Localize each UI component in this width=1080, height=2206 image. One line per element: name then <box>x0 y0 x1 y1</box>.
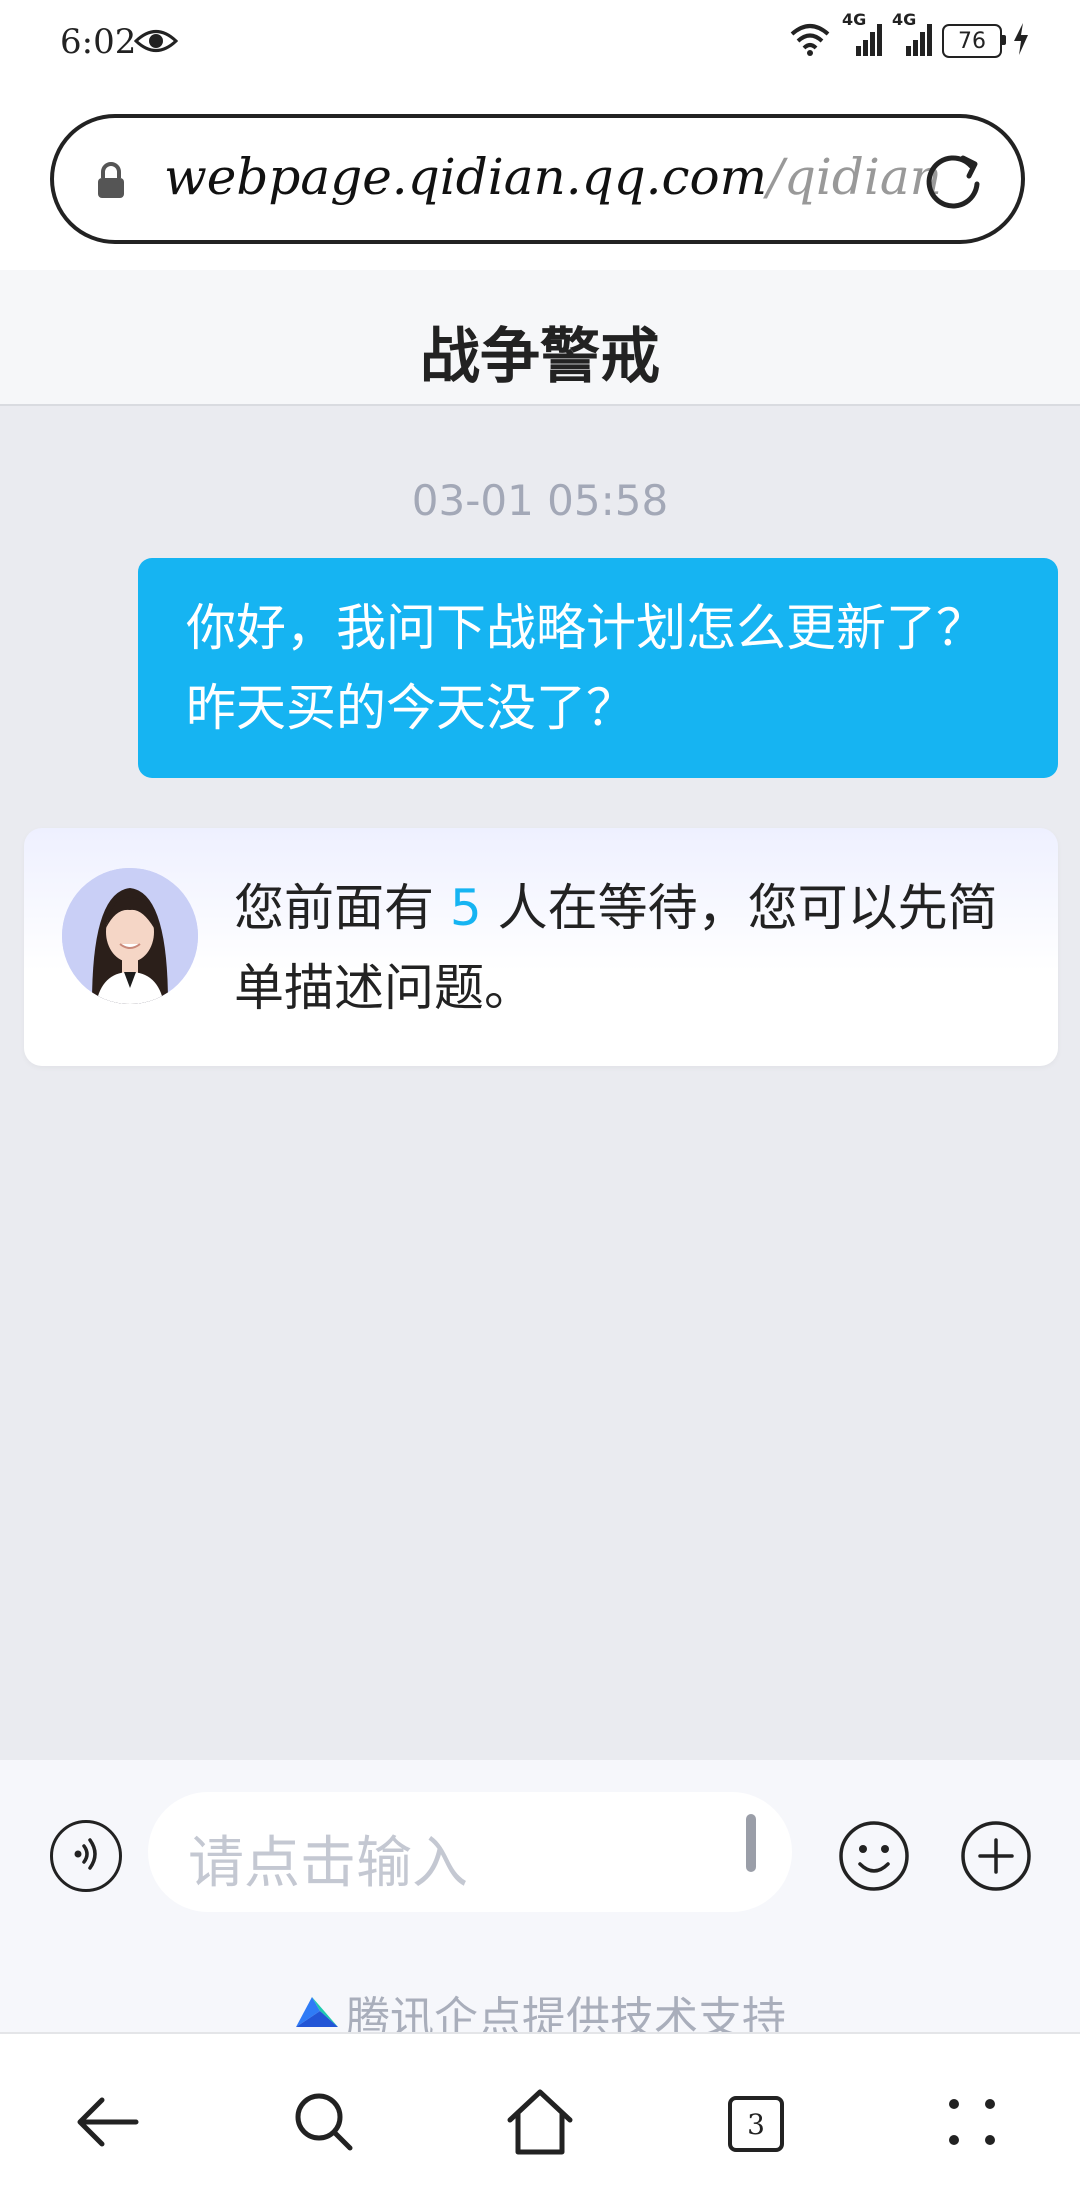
search-button[interactable] <box>288 2088 360 2160</box>
message-timestamp: 03-01 05:58 <box>411 476 669 525</box>
signal-icon: 4G <box>892 10 932 60</box>
network-label: 4G <box>892 10 917 29</box>
wifi-icon <box>788 22 832 60</box>
tabs-button[interactable]: 3 <box>720 2088 792 2160</box>
avatar[interactable] <box>62 868 198 1004</box>
text-cursor <box>746 1814 756 1872</box>
plus-icon <box>960 1821 1032 1896</box>
network-label: 4G <box>842 10 867 29</box>
emoji-button[interactable] <box>838 1820 910 1892</box>
eye-icon <box>133 26 179 60</box>
url-path: /qidian <box>767 148 942 206</box>
browser-nav-bar: 3 <box>0 2032 1080 2206</box>
home-button[interactable] <box>504 2088 576 2160</box>
voice-icon <box>66 1834 106 1878</box>
chat-area[interactable]: 03-01 05:58 你好，我问下战略计划怎么更新了？昨天买的今天没了？ 您前… <box>0 406 1080 1760</box>
emoji-icon <box>838 1821 910 1896</box>
charging-icon <box>1012 23 1030 59</box>
status-time: 6:02 <box>60 22 137 62</box>
status-icons: 4G 4G 76 <box>788 10 1030 60</box>
agent-message-before: 您前面有 <box>234 879 434 937</box>
add-attachment-button[interactable] <box>960 1820 1032 1892</box>
address-bar[interactable]: webpage.qidian.qq.com/qidian <box>50 114 1025 244</box>
url-host: webpage.qidian.qq.com <box>164 148 768 206</box>
queue-count: 5 <box>449 879 482 937</box>
reload-icon[interactable] <box>923 150 985 216</box>
signal-icon: 4G <box>842 10 882 60</box>
message-input[interactable]: 请点击输入 <box>148 1792 792 1912</box>
back-button[interactable] <box>72 2088 144 2160</box>
agent-message-text: 您前面有 5 人在等待，您可以先简单描述问题。 <box>234 868 1034 1028</box>
tabs-icon: 3 <box>728 2096 784 2152</box>
user-message-bubble[interactable]: 你好，我问下战略计划怎么更新了？昨天买的今天没了？ <box>138 558 1058 778</box>
menu-button[interactable] <box>936 2088 1008 2160</box>
url-text[interactable]: webpage.qidian.qq.com/qidian <box>164 148 944 206</box>
composer: 请点击输入 腾讯企点提供技术支持 <box>0 1760 1080 2044</box>
battery-icon: 76 <box>942 24 1006 58</box>
lock-icon <box>96 162 126 204</box>
input-placeholder: 请点击输入 <box>188 1831 468 1896</box>
chat-header: 战争警戒 <box>0 270 1080 406</box>
status-bar: 6:02 4G 4G 76 <box>0 0 1080 100</box>
menu-icon <box>944 2094 1000 2154</box>
back-icon <box>74 2094 142 2154</box>
home-icon <box>504 2088 576 2160</box>
voice-button[interactable] <box>50 1820 122 1892</box>
search-icon <box>292 2090 356 2158</box>
agent-message-card[interactable]: 您前面有 5 人在等待，您可以先简单描述问题。 <box>24 828 1058 1066</box>
page-title: 战争警戒 <box>420 322 660 392</box>
